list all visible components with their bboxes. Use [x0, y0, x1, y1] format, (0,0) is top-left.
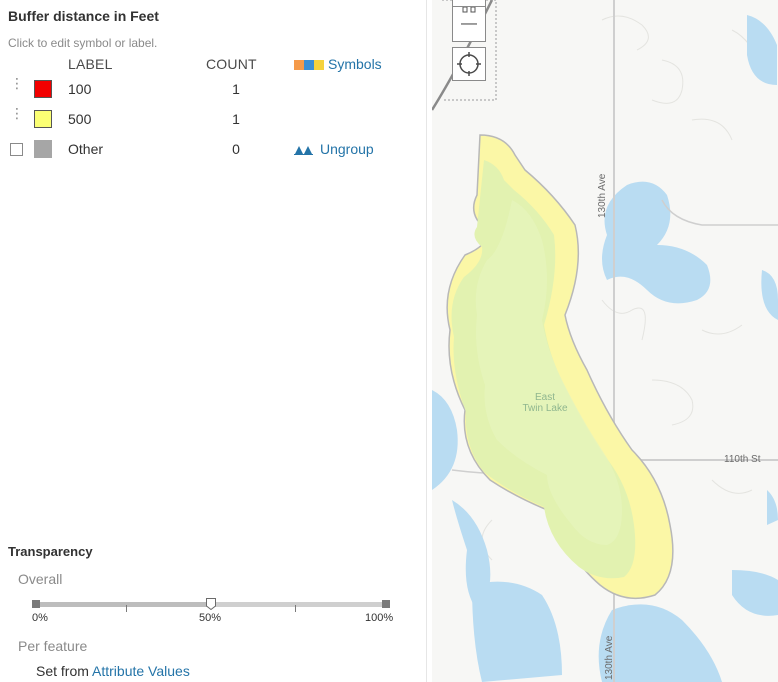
- tick-label-max: 100%: [365, 612, 394, 624]
- ungroup-icon: [294, 142, 314, 160]
- row-count: 1: [232, 111, 240, 127]
- symbol-swatch[interactable]: [34, 80, 52, 98]
- row-label[interactable]: Other: [68, 141, 103, 157]
- lake-name-label: East Twin Lake: [515, 392, 575, 414]
- legend-row-other[interactable]: Other 0 Ungroup: [0, 135, 426, 163]
- row-count: 0: [232, 141, 240, 157]
- zoom-in-button[interactable]: [453, 0, 485, 13]
- road-label-130th-top: 130th Ave: [597, 173, 608, 218]
- row-label[interactable]: 500: [68, 111, 91, 127]
- other-checkbox[interactable]: [10, 143, 23, 156]
- zoom-out-button[interactable]: —: [453, 8, 485, 40]
- legend-row-100[interactable]: ⋮ 100 1: [0, 75, 426, 103]
- slider-fill: [34, 602, 211, 607]
- symbols-link[interactable]: Symbols: [328, 56, 382, 72]
- set-from-prefix: Set from: [36, 663, 89, 679]
- column-header-label: LABEL: [68, 56, 113, 72]
- symbols-button[interactable]: Symbols: [294, 56, 382, 75]
- overall-label: Overall: [18, 571, 63, 587]
- locate-button[interactable]: [452, 47, 486, 81]
- basemap: [432, 0, 778, 682]
- attribute-values-link[interactable]: Attribute Values: [92, 663, 190, 679]
- lake-label-line1: East: [534, 392, 555, 403]
- row-label[interactable]: 100: [68, 81, 91, 97]
- slider-start-cap: [32, 600, 40, 608]
- drag-handle-icon[interactable]: ⋮: [10, 76, 24, 90]
- road-label-130th-bottom: 130th Ave: [604, 635, 615, 680]
- per-feature-label: Per feature: [18, 638, 88, 654]
- tick-label-mid: 50%: [199, 612, 222, 624]
- palette-icon: [294, 57, 324, 75]
- slider-tick: [295, 605, 296, 612]
- symbol-swatch[interactable]: [34, 110, 52, 128]
- drag-handle-icon[interactable]: ⋮: [10, 106, 24, 120]
- slider-tick: [126, 605, 127, 612]
- row-count: 1: [232, 81, 240, 97]
- map-view[interactable]: East Twin Lake 130th Ave 110th St 130th …: [432, 0, 778, 682]
- edit-hint: Click to edit symbol or label.: [8, 36, 158, 50]
- style-panel: Buffer distance in Feet Click to edit sy…: [0, 0, 426, 682]
- ungroup-button[interactable]: Ungroup: [294, 141, 374, 160]
- lake-label-line2: Twin Lake: [522, 403, 568, 414]
- transparency-heading: Transparency: [8, 544, 93, 559]
- transparency-slider-thumb[interactable]: [206, 597, 216, 611]
- road-label-110th: 110th St: [724, 454, 761, 465]
- legend-row-500[interactable]: ⋮ 500 1: [0, 105, 426, 133]
- locate-icon: [457, 52, 481, 76]
- slider-end-cap: [382, 600, 390, 608]
- ungroup-link[interactable]: Ungroup: [320, 141, 374, 157]
- tick-label-min: 0%: [32, 612, 48, 624]
- column-header-count: COUNT: [206, 56, 257, 72]
- symbol-swatch[interactable]: [34, 140, 52, 158]
- legend-title: Buffer distance in Feet: [8, 8, 159, 24]
- set-from-row: Set from Attribute Values: [36, 663, 190, 679]
- zoom-control: —: [452, 0, 486, 42]
